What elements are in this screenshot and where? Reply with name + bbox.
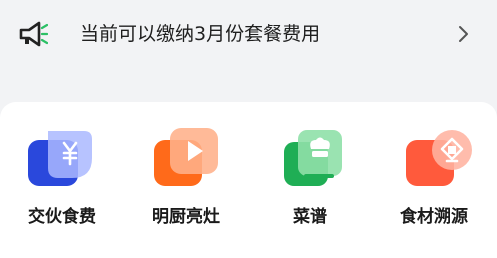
notice-banner[interactable]: 当前可以缴纳3月份套餐费用 — [0, 0, 497, 72]
service-tile-pay-meal-fee[interactable]: 交伙食费 — [0, 102, 124, 258]
trace-location-icon — [406, 130, 472, 186]
megaphone-icon — [19, 21, 48, 47]
service-label: 食材溯源 — [400, 207, 468, 227]
service-tile-ingredient-trace[interactable]: 食材溯源 — [372, 102, 496, 258]
chef-book-icon — [284, 130, 342, 186]
chevron-right-icon[interactable] — [454, 24, 472, 44]
video-play-icon — [154, 128, 218, 186]
service-label: 明厨亮灶 — [152, 207, 220, 227]
service-tile-open-kitchen[interactable]: 明厨亮灶 — [124, 102, 248, 258]
services-card: 交伙食费 明厨亮灶 菜谱 食材溯源 — [0, 102, 497, 258]
service-label: 菜谱 — [293, 207, 327, 227]
notice-text: 当前可以缴纳3月份套餐费用 — [80, 23, 321, 45]
service-label: 交伙食费 — [28, 207, 96, 227]
service-tile-menu[interactable]: 菜谱 — [248, 102, 372, 258]
yuan-payment-icon — [28, 131, 92, 186]
